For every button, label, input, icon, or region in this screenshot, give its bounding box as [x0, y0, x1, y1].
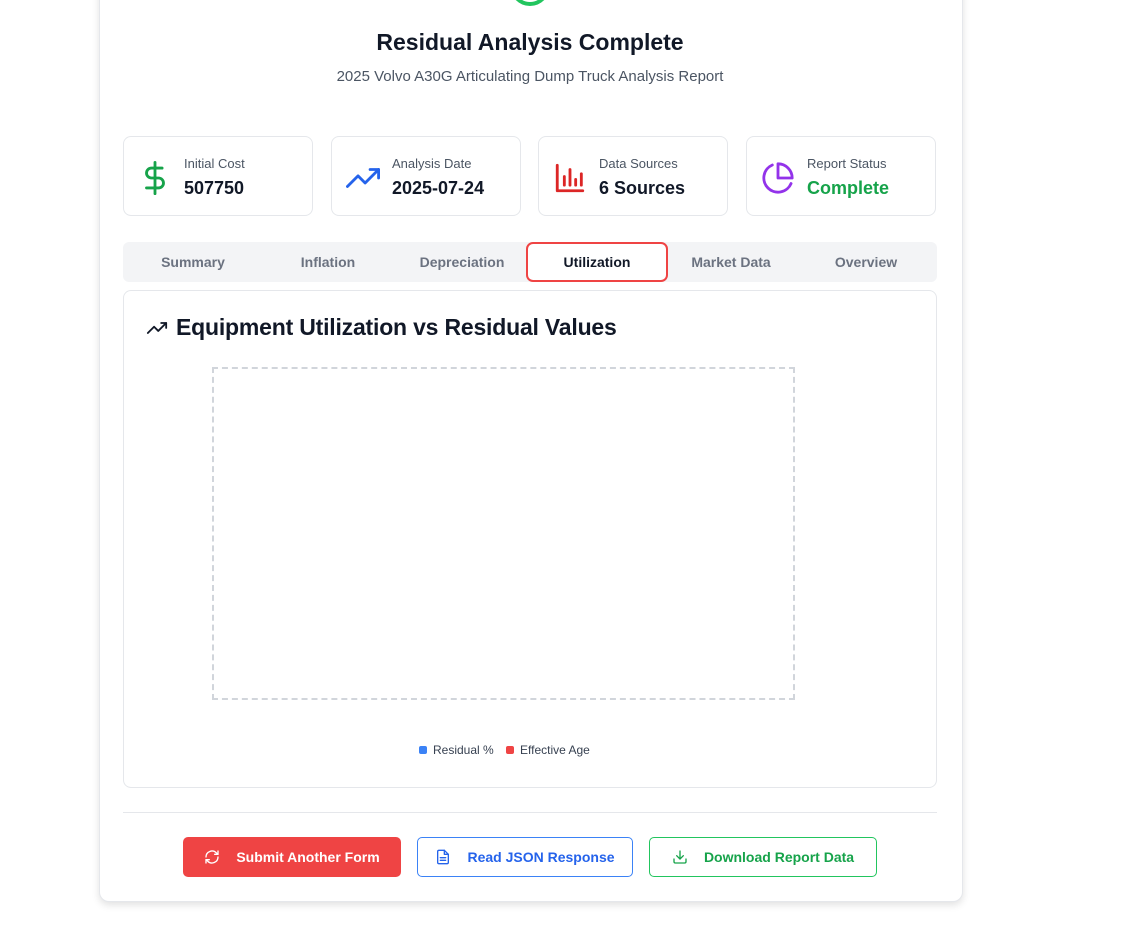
tab-summary[interactable]: Summary [126, 242, 260, 282]
stat-value: 2025-07-24 [392, 178, 485, 198]
stat-value: 507750 [184, 178, 245, 198]
trending-up-icon [146, 322, 168, 334]
stat-label: Initial Cost [184, 156, 245, 171]
tab-inflation[interactable]: Inflation [261, 242, 395, 282]
stat-label: Report Status [807, 156, 887, 171]
stat-value: 6 Sources [599, 178, 686, 198]
read-json-button[interactable]: Read JSON Response [417, 837, 633, 877]
tab-market-data[interactable]: Market Data [664, 242, 798, 282]
chart-placeholder [212, 367, 795, 700]
stat-card-report-status: Report Status Complete [746, 136, 936, 216]
page-subtitle: 2025 Volvo A30G Articulating Dump Truck … [336, 68, 724, 85]
panel-title: Equipment Utilization vs Residual Values [176, 314, 617, 340]
divider [123, 812, 937, 813]
legend-label: Residual % [433, 743, 494, 757]
stat-card-initial-cost: Initial Cost 507750 [123, 136, 313, 216]
stat-label: Data Sources [599, 156, 678, 171]
status-value: Complete [807, 178, 890, 198]
button-label: Submit Another Form [236, 849, 380, 865]
dollar-icon [145, 161, 165, 195]
legend-swatch [506, 746, 514, 754]
file-text-icon [437, 849, 450, 865]
page-title: Residual Analysis Complete [376, 29, 684, 55]
tab-utilization[interactable]: Utilization [526, 242, 668, 282]
legend-item-effective-age: Effective Age [506, 743, 590, 757]
button-label: Read JSON Response [467, 849, 615, 865]
pie-chart-icon [762, 162, 794, 194]
legend-item-residual: Residual % [419, 743, 494, 757]
trending-up-icon [346, 168, 380, 188]
submit-another-form-button[interactable]: Submit Another Form [183, 837, 401, 877]
tab-bar: Summary Inflation Depreciation Utilizati… [123, 242, 937, 282]
stat-label: Analysis Date [392, 156, 472, 171]
download-report-button[interactable]: Download Report Data [649, 837, 877, 877]
legend-label: Effective Age [520, 743, 590, 757]
tab-depreciation[interactable]: Depreciation [395, 242, 529, 282]
download-icon [673, 850, 687, 864]
stat-card-analysis-date: Analysis Date 2025-07-24 [331, 136, 521, 216]
tab-overview[interactable]: Overview [799, 242, 933, 282]
check-circle-icon [516, 0, 544, 6]
bar-chart-icon [555, 163, 585, 193]
refresh-icon [205, 850, 219, 864]
legend-swatch [419, 746, 427, 754]
button-label: Download Report Data [703, 849, 855, 865]
stat-card-data-sources: Data Sources 6 Sources [538, 136, 728, 216]
